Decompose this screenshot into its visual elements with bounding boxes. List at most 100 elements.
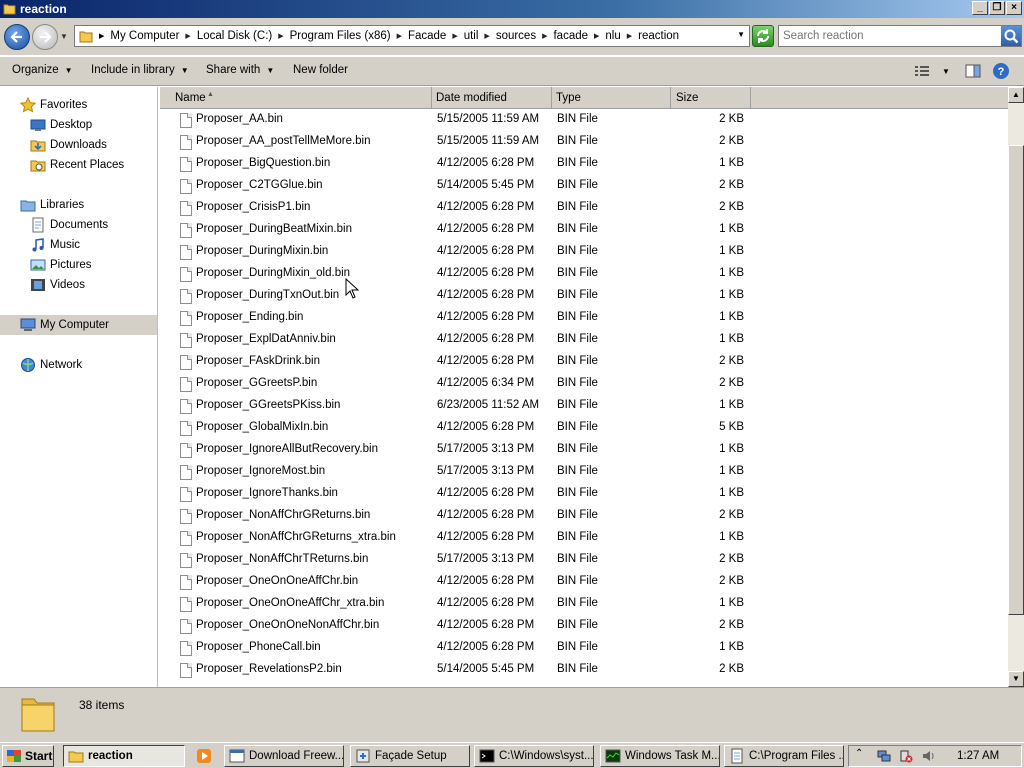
nav-item-music[interactable]: Music bbox=[30, 237, 80, 253]
nav-item-downloads[interactable]: Downloads bbox=[30, 137, 107, 153]
share-with-menu[interactable]: Share with ▼ bbox=[206, 64, 274, 76]
title-bar[interactable]: reaction _ ❐ × bbox=[0, 0, 1024, 18]
chevron-right-icon[interactable]: ▶ bbox=[627, 32, 632, 40]
search-input[interactable] bbox=[783, 28, 993, 44]
nav-item-libraries[interactable]: Libraries bbox=[20, 197, 84, 213]
nav-item-desktop[interactable]: Desktop bbox=[30, 117, 92, 133]
file-row[interactable]: Proposer_ExplDatAnniv.bin 4/12/2005 6:28 … bbox=[160, 329, 1008, 351]
organize-menu[interactable]: Organize ▼ bbox=[12, 64, 73, 76]
maximize-button[interactable]: ❐ bbox=[989, 1, 1005, 15]
file-row[interactable]: Proposer_C2TGGlue.bin 5/14/2005 5:45 PM BI… bbox=[160, 175, 1008, 197]
action-center-icon[interactable] bbox=[899, 749, 913, 763]
breadcrumb-reaction[interactable]: reaction bbox=[638, 30, 679, 42]
media-player-icon[interactable] bbox=[196, 748, 212, 764]
column-header-date[interactable]: Date modified bbox=[432, 87, 552, 109]
breadcrumb-facade-lower[interactable]: facade bbox=[553, 30, 588, 42]
scroll-up-button[interactable]: ▲ bbox=[1008, 87, 1024, 103]
address-history-dropdown[interactable]: ▼ bbox=[737, 30, 745, 39]
scrollbar-thumb[interactable] bbox=[1008, 145, 1024, 615]
nav-item-recent-places[interactable]: Recent Places bbox=[30, 157, 124, 173]
file-row[interactable]: Proposer_IgnoreThanks.bin 4/12/2005 6:28 … bbox=[160, 483, 1008, 505]
breadcrumb-nlu[interactable]: nlu bbox=[605, 30, 620, 42]
breadcrumb-my-computer[interactable]: My Computer bbox=[110, 30, 179, 42]
file-row[interactable]: Proposer_DuringBeatMixin.bin 4/12/2005 6:… bbox=[160, 219, 1008, 241]
view-options-dropdown[interactable]: ▼ bbox=[942, 67, 950, 76]
file-row[interactable]: Proposer_DuringMixin_old.bin 4/12/2005 6:… bbox=[160, 263, 1008, 285]
taskbar-item-program-files[interactable]: C:\Program Files ... bbox=[724, 745, 844, 767]
breadcrumb-local-disk[interactable]: Local Disk (C:) bbox=[197, 30, 272, 42]
chevron-right-icon[interactable]: ▶ bbox=[99, 32, 104, 40]
start-button[interactable]: Start bbox=[2, 745, 54, 767]
file-row[interactable]: Proposer_NonAffChrGReturns.bin 4/12/2005 … bbox=[160, 505, 1008, 527]
chevron-right-icon[interactable]: ▶ bbox=[594, 32, 599, 40]
network-status-icon[interactable] bbox=[877, 749, 891, 763]
file-row[interactable]: Proposer_NonAffChrGReturns_xtra.bin 4/12/… bbox=[160, 527, 1008, 549]
search-button[interactable] bbox=[1001, 26, 1021, 46]
forward-button[interactable] bbox=[32, 24, 58, 50]
chevron-right-icon[interactable]: ▶ bbox=[185, 32, 190, 40]
nav-item-favorites[interactable]: Favorites bbox=[20, 97, 87, 113]
taskbar-item-facade-setup[interactable]: Façade Setup bbox=[350, 745, 470, 767]
file-list[interactable]: Proposer_AA.bin 5/15/2005 11:59 AM BIN Fil… bbox=[160, 87, 1008, 687]
volume-icon[interactable] bbox=[921, 749, 935, 763]
nav-item-pictures[interactable]: Pictures bbox=[30, 257, 92, 273]
taskbar-item-reaction[interactable]: reaction bbox=[63, 745, 185, 767]
help-icon[interactable]: ? bbox=[992, 62, 1010, 80]
nav-item-network[interactable]: Network bbox=[20, 357, 82, 373]
nav-item-videos[interactable]: Videos bbox=[30, 277, 85, 293]
chevron-right-icon[interactable]: ▶ bbox=[452, 32, 457, 40]
breadcrumb-sources[interactable]: sources bbox=[496, 30, 536, 42]
chevron-right-icon[interactable]: ▶ bbox=[278, 32, 283, 40]
chevron-right-icon[interactable]: ▶ bbox=[542, 32, 547, 40]
file-row[interactable]: Proposer_OneOnOneAffChr_xtra.bin 4/12/200… bbox=[160, 593, 1008, 615]
file-row[interactable]: Proposer_GGreetsP.bin 4/12/2005 6:34 PM BI… bbox=[160, 373, 1008, 395]
change-view-icon[interactable] bbox=[914, 64, 930, 78]
taskbar-item-cmd[interactable]: C:\Windows\syst... bbox=[474, 745, 594, 767]
folder-icon bbox=[21, 698, 55, 732]
taskbar-item-download[interactable]: Download Freew... bbox=[224, 745, 344, 767]
recent-pages-dropdown[interactable]: ▼ bbox=[60, 32, 68, 41]
taskbar-item-task-manager[interactable]: Windows Task M... bbox=[600, 745, 720, 767]
scroll-down-button[interactable]: ▼ bbox=[1008, 671, 1024, 687]
breadcrumb-program-files[interactable]: Program Files (x86) bbox=[290, 30, 391, 42]
file-row[interactable]: Proposer_GlobalMixIn.bin 4/12/2005 6:28 P… bbox=[160, 417, 1008, 439]
file-row[interactable]: Proposer_NonAffChrTReturns.bin 5/17/2005 … bbox=[160, 549, 1008, 571]
file-row[interactable]: Proposer_AA.bin 5/15/2005 11:59 AM BIN Fil… bbox=[160, 109, 1008, 131]
breadcrumb-facade[interactable]: Facade bbox=[408, 30, 446, 42]
file-row[interactable]: Proposer_FAskDrink.bin 4/12/2005 6:28 PM B… bbox=[160, 351, 1008, 373]
breadcrumb-util[interactable]: util bbox=[464, 30, 479, 42]
column-header-name[interactable]: Name ▲ bbox=[160, 87, 432, 109]
file-row[interactable]: Proposer_DuringMixin.bin 4/12/2005 6:28 P… bbox=[160, 241, 1008, 263]
file-row[interactable]: Proposer_RevelationsP2.bin 5/14/2005 5:45… bbox=[160, 659, 1008, 681]
file-rows: Proposer_AA.bin 5/15/2005 11:59 AM BIN Fil… bbox=[160, 109, 1008, 681]
file-row[interactable]: Proposer_AA_postTellMeMore.bin 5/15/2005 … bbox=[160, 131, 1008, 153]
include-in-library-menu[interactable]: Include in library ▼ bbox=[91, 64, 189, 76]
close-button[interactable]: × bbox=[1006, 1, 1022, 15]
file-row[interactable]: Proposer_GGreetsPKiss.bin 6/23/2005 11:52… bbox=[160, 395, 1008, 417]
file-row[interactable]: Proposer_OneOnOneNonAffChr.bin 4/12/2005 … bbox=[160, 615, 1008, 637]
chevron-right-icon[interactable]: ▶ bbox=[484, 32, 489, 40]
file-row[interactable]: Proposer_PhoneCall.bin 4/12/2005 6:28 PM B… bbox=[160, 637, 1008, 659]
minimize-button[interactable]: _ bbox=[972, 1, 988, 15]
file-row[interactable]: Proposer_IgnoreAllButRecovery.bin 5/17/20… bbox=[160, 439, 1008, 461]
file-row[interactable]: Proposer_OneOnOneAffChr.bin 4/12/2005 6:2… bbox=[160, 571, 1008, 593]
file-row[interactable]: Proposer_BigQuestion.bin 4/12/2005 6:28 P… bbox=[160, 153, 1008, 175]
column-header-size[interactable]: Size bbox=[671, 87, 751, 109]
vertical-scrollbar[interactable]: ▲ ▼ bbox=[1008, 87, 1024, 687]
file-row[interactable]: Proposer_IgnoreMost.bin 5/17/2005 3:13 PM… bbox=[160, 461, 1008, 483]
address-bar[interactable]: ▶ My Computer ▶ Local Disk (C:) ▶ Program … bbox=[74, 25, 750, 47]
nav-item-documents[interactable]: Documents bbox=[30, 217, 108, 233]
new-folder-button[interactable]: New folder bbox=[293, 64, 348, 76]
file-row[interactable]: Proposer_CrisisP1.bin 4/12/2005 6:28 PM BI… bbox=[160, 197, 1008, 219]
file-row[interactable]: Proposer_Ending.bin 4/12/2005 6:28 PM BIN … bbox=[160, 307, 1008, 329]
nav-item-my-computer[interactable]: My Computer bbox=[20, 317, 109, 333]
back-button[interactable] bbox=[4, 24, 30, 50]
search-box[interactable] bbox=[778, 25, 1022, 47]
show-hidden-icons-icon[interactable]: ⌃ bbox=[855, 748, 869, 762]
file-row[interactable]: Proposer_DuringTxnOut.bin 4/12/2005 6:28 … bbox=[160, 285, 1008, 307]
chevron-right-icon[interactable]: ▶ bbox=[397, 32, 402, 40]
preview-pane-icon[interactable] bbox=[965, 64, 981, 78]
column-header-type[interactable]: Type bbox=[552, 87, 671, 109]
clock[interactable]: 1:27 AM bbox=[957, 750, 999, 762]
refresh-button[interactable] bbox=[752, 25, 774, 47]
